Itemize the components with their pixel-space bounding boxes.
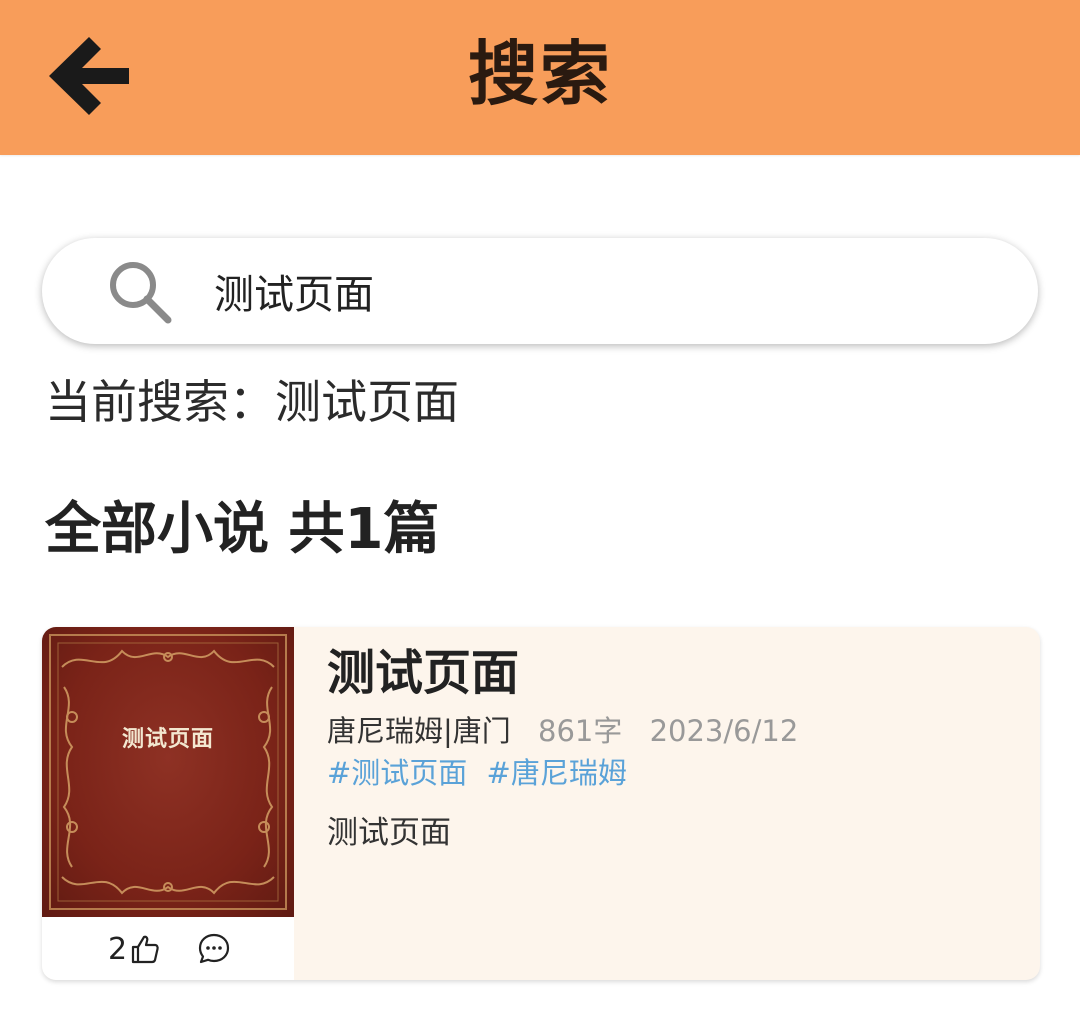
- novel-summary: 测试页面: [327, 815, 451, 851]
- search-icon[interactable]: [106, 258, 174, 326]
- tag-link[interactable]: #唐尼瑞姆: [487, 756, 627, 790]
- search-input[interactable]: [214, 260, 1034, 322]
- novel-meta: 唐尼瑞姆|唐门 861字 2023/6/12: [327, 711, 798, 751]
- cover-column: 测试页面 2: [42, 627, 294, 980]
- novel-title[interactable]: 测试页面: [327, 643, 519, 703]
- like-count: 2: [108, 931, 128, 967]
- tag-list: #测试页面 #唐尼瑞姆: [327, 753, 637, 793]
- comment-icon[interactable]: [196, 931, 232, 967]
- cover-title: 测试页面: [121, 726, 214, 752]
- top-app-bar: 搜索: [0, 0, 1080, 155]
- search-bar[interactable]: [42, 238, 1038, 344]
- word-count: 861字: [538, 714, 623, 748]
- novel-author[interactable]: 唐尼瑞姆|唐门: [327, 714, 511, 748]
- book-cover[interactable]: 测试页面: [42, 627, 294, 917]
- novel-card[interactable]: 测试页面 2 测试页面 唐尼瑞姆|唐门 861字 2023/6/12 #测试页面…: [42, 627, 1040, 980]
- tag-link[interactable]: #测试页面: [327, 756, 467, 790]
- like-button[interactable]: 2: [108, 929, 161, 969]
- current-search-label: 当前搜索：测试页面: [45, 375, 459, 429]
- cover-ornament: [49, 634, 287, 910]
- publish-date: 2023/6/12: [649, 714, 799, 748]
- thumbs-up-icon: [131, 935, 159, 964]
- page-title: 搜索: [468, 33, 612, 115]
- results-section-title: 全部小说 共1篇: [45, 497, 440, 562]
